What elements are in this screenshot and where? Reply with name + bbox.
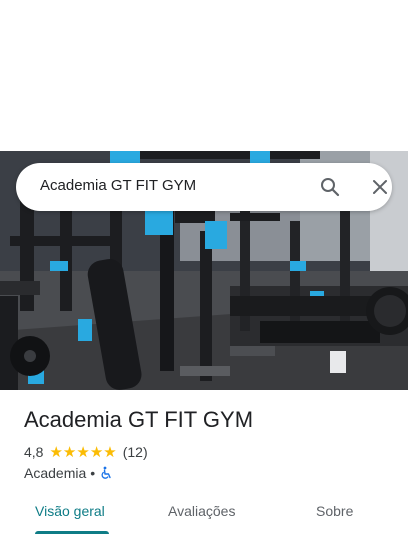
star-icon: ★ [49,443,63,461]
rating-row[interactable]: 4,8 ★ ★ ★ ★ ★ (12) [24,443,148,461]
active-tab-indicator [35,531,109,534]
star-icon: ★ [103,443,117,461]
place-title: Academia GT FIT GYM [24,407,254,432]
tab-overview[interactable]: Visão geral [35,503,105,519]
close-icon[interactable] [368,175,392,199]
star-icon: ★ [89,443,104,461]
blank-top-area [0,0,408,151]
search-bar[interactable]: Academia GT FIT GYM [16,163,392,211]
tab-about[interactable]: Sobre [316,503,353,519]
rating-value: 4,8 [24,444,44,460]
separator-dot: • [90,465,96,481]
place-category: Academia [24,465,87,481]
star-icon: ★ [76,443,90,461]
tab-reviews[interactable]: Avaliações [168,503,235,519]
review-count[interactable]: (12) [123,444,148,460]
category-row: Academia • [24,464,113,482]
wheelchair-accessible-icon [99,466,113,480]
star-icon: ★ [62,443,77,461]
place-tabs: Visão geral Avaliações Sobre [0,495,408,542]
search-input[interactable]: Academia GT FIT GYM [40,177,196,194]
search-icon[interactable] [318,175,342,199]
star-rating: ★ ★ ★ ★ ★ [49,445,116,460]
